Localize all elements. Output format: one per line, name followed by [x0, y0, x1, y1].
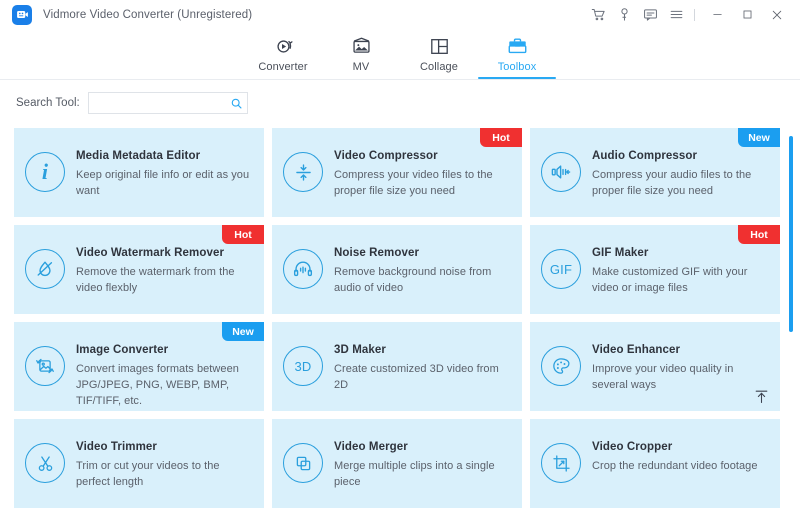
tool-desc: Crop the redundant video footage — [592, 459, 770, 475]
tool-card-video-trimmer[interactable]: Video Trimmer Trim or cut your videos to… — [14, 419, 264, 508]
tool-card-video-watermark-remover[interactable]: Hot Video Watermark Remover Remove the w… — [14, 225, 264, 314]
search-box[interactable] — [88, 92, 248, 114]
info-icon: i — [25, 152, 65, 192]
tab-converter-label: Converter — [258, 61, 307, 73]
tool-desc: Compress your audio files to the proper … — [592, 168, 770, 200]
tab-collage-label: Collage — [420, 61, 458, 73]
status-badge: Hot — [738, 225, 780, 244]
tool-title: GIF Maker — [592, 247, 770, 261]
tab-mv[interactable]: MV — [322, 29, 400, 79]
main-nav: Converter MV — [0, 30, 800, 80]
tool-title: Video Compressor — [334, 150, 512, 164]
search-input[interactable] — [95, 97, 230, 109]
tool-desc: Convert images formats between JPG/JPEG,… — [76, 362, 254, 410]
app-title: Vidmore Video Converter (Unregistered) — [43, 9, 252, 21]
scrollbar-thumb[interactable] — [789, 136, 793, 332]
headphone-noise-icon — [283, 249, 323, 289]
tab-collage[interactable]: Collage — [400, 29, 478, 79]
titlebar-controls — [585, 2, 792, 28]
title-bar: Vidmore Video Converter (Unregistered) — [0, 0, 800, 30]
tab-mv-label: MV — [353, 61, 370, 73]
gif-icon-glyph: GIF — [550, 262, 572, 277]
status-badge: New — [222, 322, 264, 341]
tool-desc: Merge multiple clips into a single piece — [334, 459, 512, 491]
tab-toolbox[interactable]: Toolbox — [478, 29, 556, 79]
merge-icon — [283, 443, 323, 483]
tool-title: Media Metadata Editor — [76, 150, 254, 164]
tool-title: Video Watermark Remover — [76, 247, 254, 261]
cart-icon[interactable] — [585, 2, 611, 28]
vertical-scrollbar[interactable] — [786, 132, 796, 514]
tool-title: Audio Compressor — [592, 150, 770, 164]
tool-desc: Remove the watermark from the video flex… — [76, 265, 254, 297]
tool-title: Image Converter — [76, 344, 254, 358]
status-badge: Hot — [480, 128, 522, 147]
feedback-icon[interactable] — [637, 2, 663, 28]
scissors-icon — [25, 443, 65, 483]
tool-desc: Make customized GIF with your video or i… — [592, 265, 770, 297]
tool-card-audio-compressor[interactable]: New Audio Compressor Compress your audio… — [530, 128, 780, 217]
tab-converter[interactable]: Converter — [244, 29, 322, 79]
tool-desc: Trim or cut your videos to the perfect l… — [76, 459, 254, 491]
collage-icon — [429, 36, 450, 58]
audio-compress-icon — [541, 152, 581, 192]
converter-icon — [273, 36, 294, 58]
minimize-icon[interactable] — [702, 2, 732, 28]
tool-card-image-converter[interactable]: New Image Conve — [14, 322, 264, 411]
app-window: Vidmore Video Converter (Unregistered) — [0, 0, 800, 514]
tool-desc: Create customized 3D video from 2D — [334, 362, 512, 394]
tool-card-3d-maker[interactable]: 3D 3D Maker Create customized 3D video f… — [272, 322, 522, 411]
info-icon-glyph: i — [42, 161, 48, 183]
gif-icon: GIF — [541, 249, 581, 289]
tool-title: Noise Remover — [334, 247, 512, 261]
tool-desc: Improve your video quality in several wa… — [592, 362, 770, 394]
close-icon[interactable] — [762, 2, 792, 28]
maximize-icon[interactable] — [732, 2, 762, 28]
tool-desc: Remove background noise from audio of vi… — [334, 265, 512, 297]
tool-card-video-enhancer[interactable]: Video Enhancer Improve your video qualit… — [530, 322, 780, 411]
tool-card-video-merger[interactable]: Video Merger Merge multiple clips into a… — [272, 419, 522, 508]
tool-title: Video Trimmer — [76, 441, 254, 455]
compress-icon — [283, 152, 323, 192]
tool-desc: Keep original file info or edit as you w… — [76, 168, 254, 200]
tool-card-noise-remover[interactable]: Noise Remover Remove background noise fr… — [272, 225, 522, 314]
tool-title: Video Merger — [334, 441, 512, 455]
tools-scroll-area[interactable]: i Media Metadata Editor Keep original fi… — [0, 126, 800, 514]
three-d-icon-glyph: 3D — [294, 359, 311, 374]
key-icon[interactable] — [611, 2, 637, 28]
tool-title: Video Enhancer — [592, 344, 770, 358]
tool-desc: Compress your video files to the proper … — [334, 168, 512, 200]
titlebar-divider — [694, 9, 695, 21]
toolbox-icon — [507, 36, 528, 58]
tool-card-gif-maker[interactable]: Hot GIF GIF Maker Make customized GIF wi… — [530, 225, 780, 314]
tool-title: Video Cropper — [592, 441, 770, 455]
nav-tabs: Converter MV — [244, 29, 556, 79]
search-row: Search Tool: — [0, 80, 800, 126]
tool-title: 3D Maker — [334, 344, 512, 358]
tool-card-media-metadata-editor[interactable]: i Media Metadata Editor Keep original fi… — [14, 128, 264, 217]
search-icon[interactable] — [230, 97, 243, 110]
three-d-icon: 3D — [283, 346, 323, 386]
palette-icon — [541, 346, 581, 386]
crop-icon — [541, 443, 581, 483]
search-label: Search Tool: — [16, 97, 80, 109]
tool-card-video-cropper[interactable]: Video Cropper Crop the redundant video f… — [530, 419, 780, 508]
status-badge: New — [738, 128, 780, 147]
tool-card-video-compressor[interactable]: Hot Video Compressor Compress your video… — [272, 128, 522, 217]
app-logo-icon — [12, 5, 32, 25]
tab-toolbox-label: Toolbox — [498, 61, 537, 73]
image-convert-icon — [25, 346, 65, 386]
menu-icon[interactable] — [663, 2, 689, 28]
watermark-remove-icon — [25, 249, 65, 289]
mv-icon — [351, 36, 372, 58]
scroll-to-top-icon[interactable] — [752, 387, 770, 405]
status-badge: Hot — [222, 225, 264, 244]
tools-grid: i Media Metadata Editor Keep original fi… — [0, 126, 800, 508]
